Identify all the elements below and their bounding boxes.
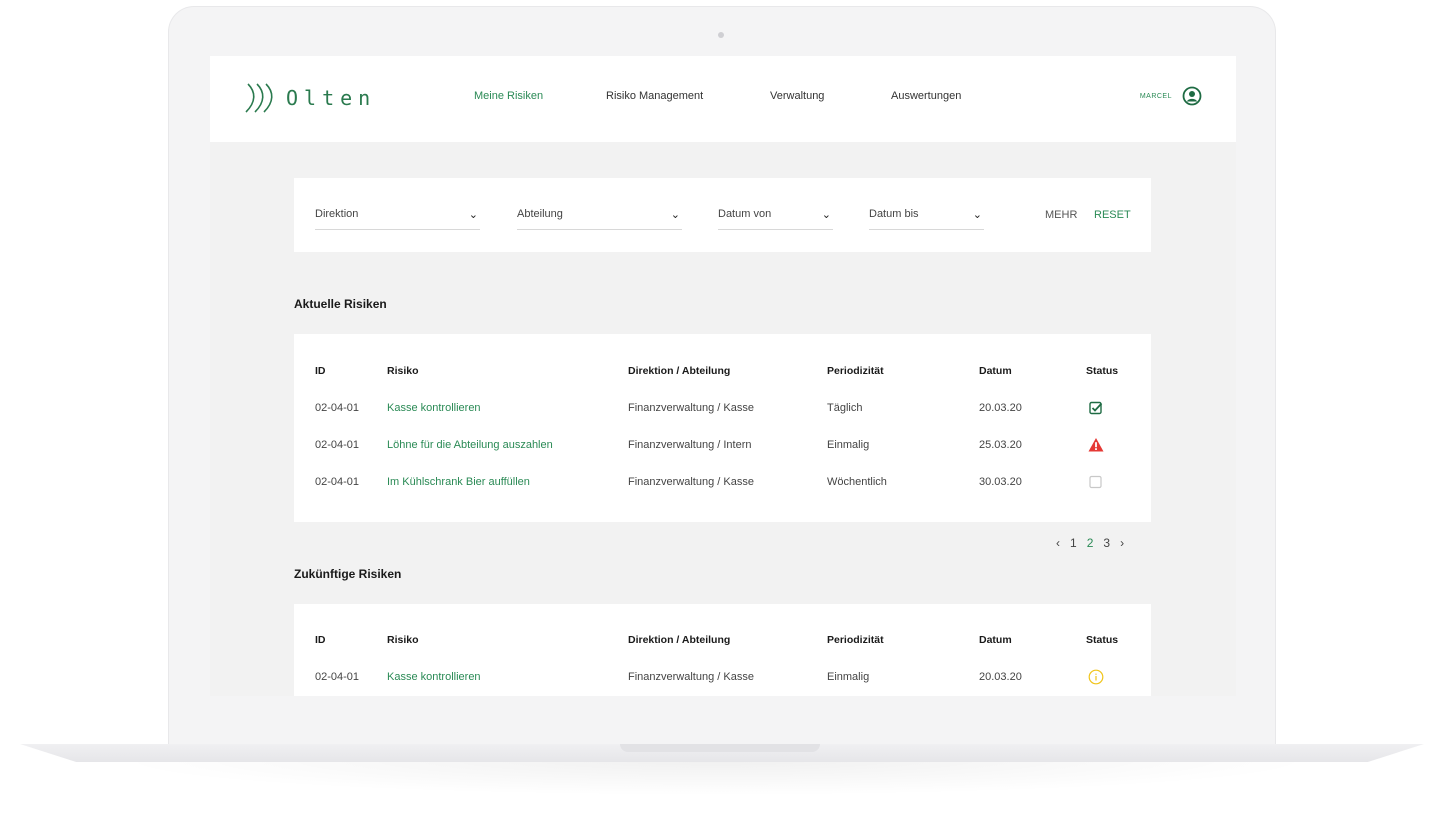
row-id: 02-04-01 bbox=[315, 402, 360, 414]
risk-link[interactable]: Im Kühlschrank Bier auffüllen bbox=[387, 476, 530, 488]
prev-page-button[interactable]: ‹ bbox=[1056, 536, 1060, 550]
laptop-shadow bbox=[110, 760, 1322, 796]
logo[interactable]: Olten bbox=[244, 80, 376, 116]
risk-link[interactable]: Kasse kontrollieren bbox=[387, 402, 481, 414]
pagination: ‹ 1 2 3 › bbox=[1056, 536, 1124, 550]
row-dept: Finanzverwaltung / Intern bbox=[628, 439, 752, 451]
direktion-select[interactable]: Direktion ⌄ bbox=[315, 208, 480, 230]
table-header-row: ID Risiko Direktion / Abteilung Periodiz… bbox=[294, 634, 1151, 654]
user-menu[interactable]: MARCEL bbox=[1140, 86, 1202, 106]
col-risiko: Risiko bbox=[387, 365, 419, 377]
app-screen: Olten Meine Risiken Risiko Management Ve… bbox=[210, 56, 1236, 696]
table-row[interactable]: 02-04-01 Löhne für die Abteilung auszahl… bbox=[294, 437, 1151, 459]
col-datum: Datum bbox=[979, 634, 1012, 646]
page-2-button[interactable]: 2 bbox=[1087, 536, 1094, 550]
chevron-down-icon: ⌄ bbox=[972, 209, 982, 221]
row-dept: Finanzverwaltung / Kasse bbox=[628, 671, 754, 683]
next-page-button[interactable]: › bbox=[1120, 536, 1124, 550]
table-row[interactable]: 02-04-01 Im Kühlschrank Bier auffüllen F… bbox=[294, 475, 1151, 496]
warning-triangle-icon[interactable] bbox=[1088, 437, 1104, 456]
page-1-button[interactable]: 1 bbox=[1070, 536, 1077, 550]
abteilung-select-label: Abteilung bbox=[517, 208, 563, 220]
row-period: Wöchentlich bbox=[827, 476, 887, 488]
nav-meine-risiken[interactable]: Meine Risiken bbox=[474, 90, 543, 102]
top-header: Olten Meine Risiken Risiko Management Ve… bbox=[210, 56, 1236, 142]
reset-button[interactable]: RESET bbox=[1094, 209, 1131, 221]
risk-link[interactable]: Löhne für die Abteilung auszahlen bbox=[387, 439, 553, 451]
nav-risiko-management[interactable]: Risiko Management bbox=[606, 90, 703, 102]
chevron-down-icon: ⌄ bbox=[821, 209, 831, 221]
col-id: ID bbox=[315, 634, 326, 646]
risk-link[interactable]: Kasse kontrollieren bbox=[387, 671, 481, 683]
nav-verwaltung[interactable]: Verwaltung bbox=[770, 90, 824, 102]
datum-bis-select[interactable]: Datum bis ⌄ bbox=[869, 208, 984, 230]
col-status: Status bbox=[1086, 634, 1119, 646]
empty-checkbox-icon[interactable] bbox=[1089, 475, 1103, 492]
col-id: ID bbox=[315, 365, 326, 377]
datum-bis-select-label: Datum bis bbox=[869, 208, 919, 220]
mehr-button[interactable]: MEHR bbox=[1045, 209, 1077, 221]
filter-bar: Direktion ⌄ Abteilung ⌄ Datum von ⌄ Datu… bbox=[294, 178, 1151, 252]
info-circle-icon[interactable] bbox=[1088, 669, 1104, 688]
datum-von-select-label: Datum von bbox=[718, 208, 772, 220]
future-risks-table: ID Risiko Direktion / Abteilung Periodiz… bbox=[294, 604, 1151, 696]
nav-auswertungen[interactable]: Auswertungen bbox=[891, 90, 961, 102]
row-date: 20.03.20 bbox=[979, 402, 1022, 414]
logo-waves-icon bbox=[245, 83, 273, 113]
current-risks-table: ID Risiko Direktion / Abteilung Periodiz… bbox=[294, 334, 1151, 522]
col-periodizitaet: Periodizität bbox=[827, 634, 884, 646]
col-periodizitaet: Periodizität bbox=[827, 365, 884, 377]
col-direktion: Direktion / Abteilung bbox=[628, 365, 731, 377]
col-direktion: Direktion / Abteilung bbox=[628, 634, 731, 646]
row-id: 02-04-01 bbox=[315, 476, 360, 488]
row-period: Einmalig bbox=[827, 439, 870, 451]
col-risiko: Risiko bbox=[387, 634, 419, 646]
row-id: 02-04-01 bbox=[315, 439, 360, 451]
row-date: 30.03.20 bbox=[979, 476, 1022, 488]
row-id: 02-04-01 bbox=[315, 671, 360, 683]
row-dept: Finanzverwaltung / Kasse bbox=[628, 402, 754, 414]
table-row[interactable]: 02-04-01 Kasse kontrollieren Finanzverwa… bbox=[294, 401, 1151, 422]
col-datum: Datum bbox=[979, 365, 1012, 377]
abteilung-select[interactable]: Abteilung ⌄ bbox=[517, 208, 682, 230]
row-period: Einmalig bbox=[827, 671, 870, 683]
user-name: MARCEL bbox=[1139, 92, 1172, 100]
row-date: 25.03.20 bbox=[979, 439, 1022, 451]
user-avatar-icon[interactable] bbox=[1182, 86, 1202, 106]
table-header-row: ID Risiko Direktion / Abteilung Periodiz… bbox=[294, 365, 1151, 385]
col-status: Status bbox=[1086, 365, 1119, 377]
row-dept: Finanzverwaltung / Kasse bbox=[628, 476, 754, 488]
chevron-down-icon: ⌄ bbox=[670, 209, 680, 221]
logo-text: Olten bbox=[286, 86, 377, 110]
current-risks-title: Aktuelle Risiken bbox=[294, 297, 387, 311]
page-3-button[interactable]: 3 bbox=[1103, 536, 1110, 550]
table-row[interactable]: 02-04-01 Kasse kontrollieren Finanzverwa… bbox=[294, 669, 1151, 691]
laptop-notch bbox=[620, 744, 820, 752]
chevron-down-icon: ⌄ bbox=[468, 209, 478, 221]
camera-dot bbox=[718, 32, 724, 38]
row-period: Täglich bbox=[827, 402, 863, 414]
future-risks-title: Zukünftige Risiken bbox=[294, 567, 402, 581]
row-date: 20.03.20 bbox=[979, 671, 1022, 683]
direktion-select-label: Direktion bbox=[315, 208, 359, 220]
checked-checkbox-icon[interactable] bbox=[1089, 401, 1103, 418]
datum-von-select[interactable]: Datum von ⌄ bbox=[718, 208, 833, 230]
